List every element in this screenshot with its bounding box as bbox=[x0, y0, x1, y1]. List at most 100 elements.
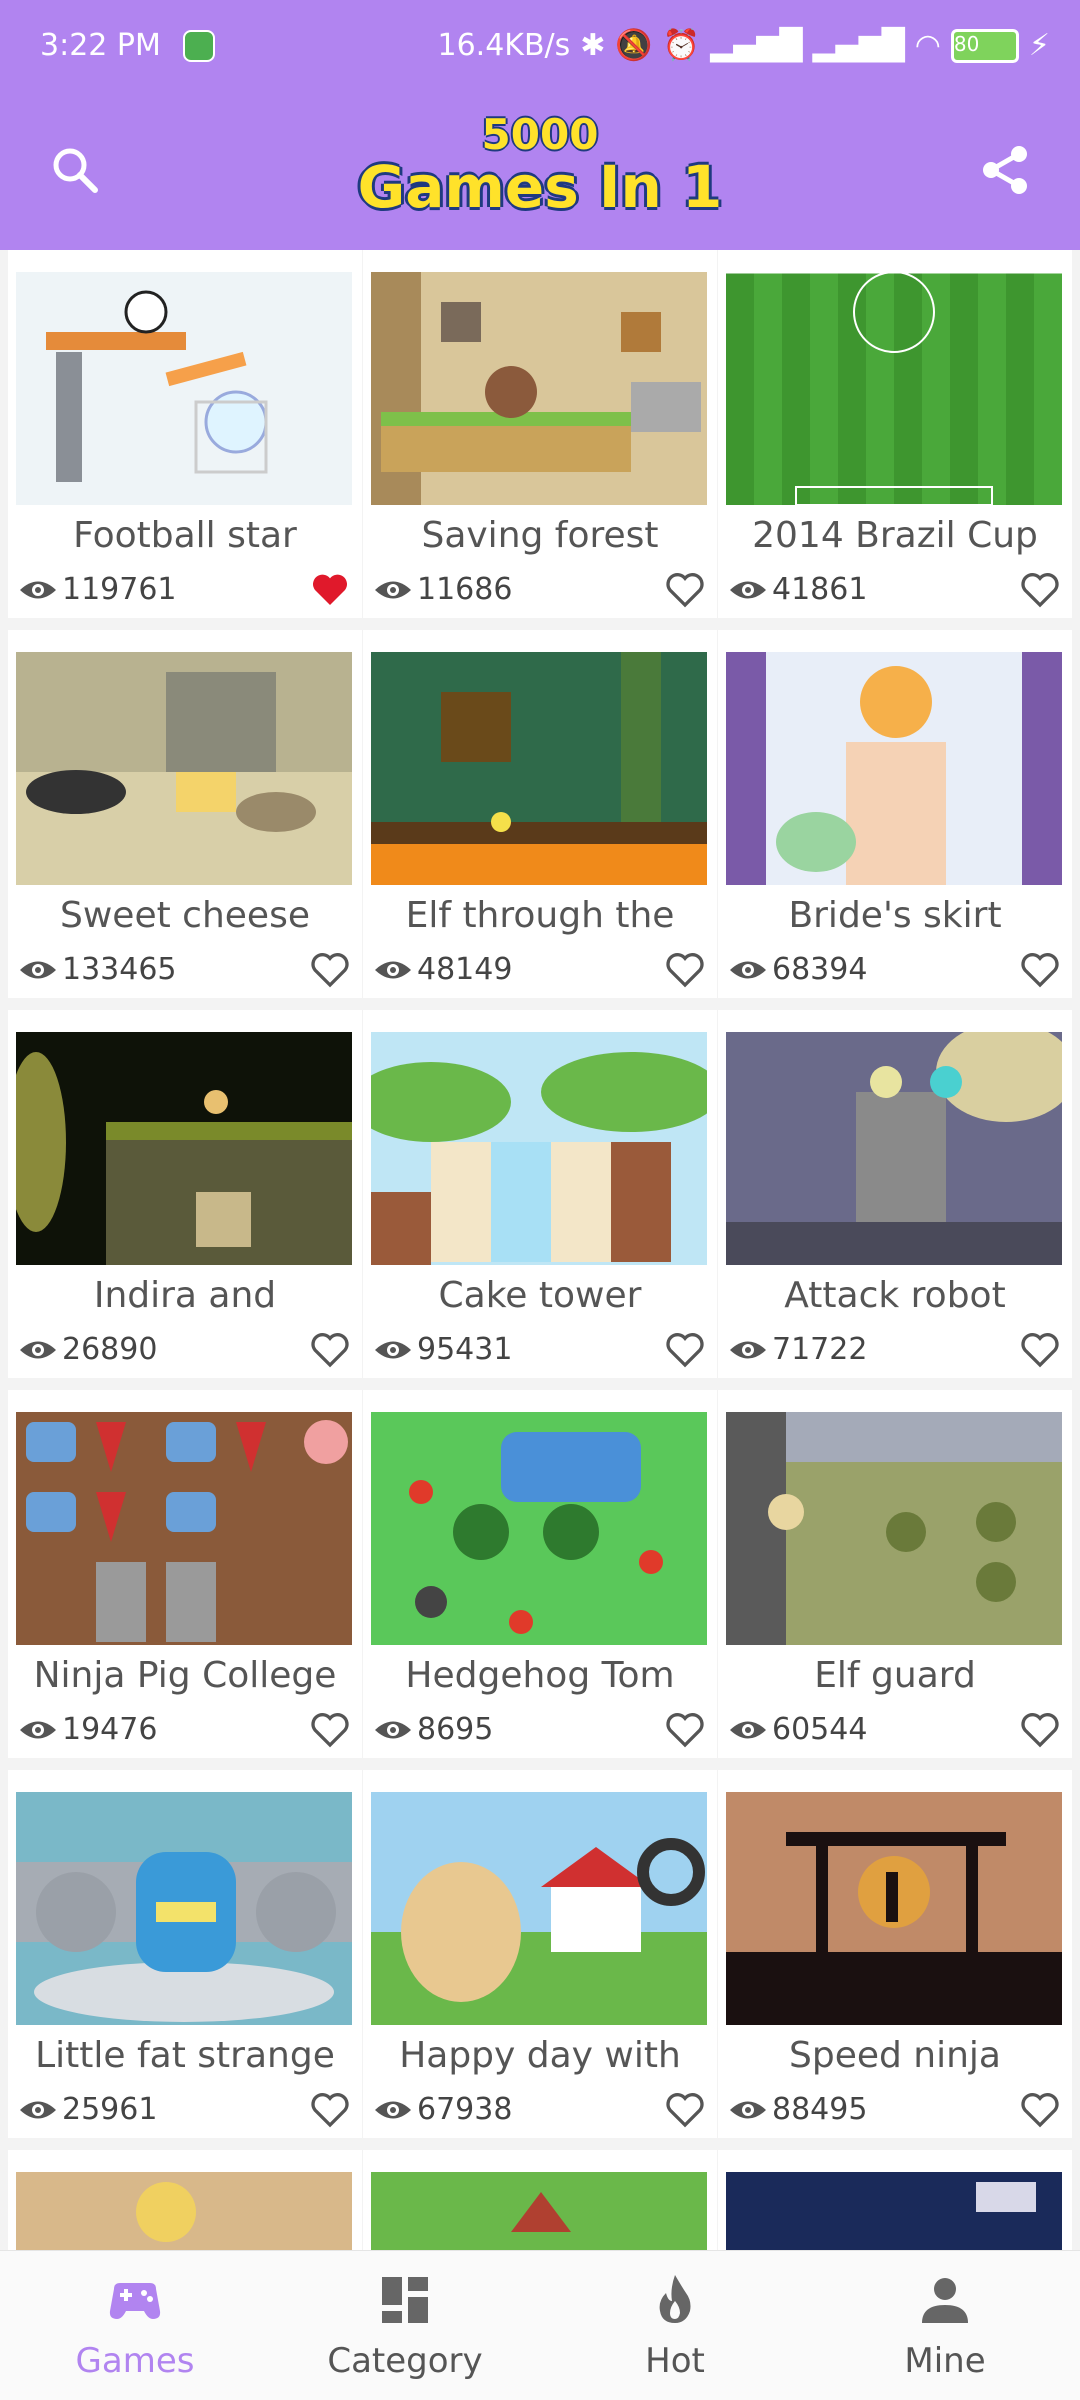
game-card[interactable]: Saving forest 11686 bbox=[363, 250, 717, 618]
game-card[interactable] bbox=[8, 2150, 362, 2250]
signal-icon-2: ▂▄▆█ bbox=[812, 28, 905, 63]
search-button[interactable] bbox=[40, 135, 110, 205]
game-card[interactable]: Little fat strange 25961 bbox=[8, 1770, 362, 2138]
nav-category[interactable]: Category bbox=[305, 2271, 505, 2391]
game-title: Football star bbox=[73, 515, 297, 556]
category-icon bbox=[382, 2277, 428, 2323]
eye-icon bbox=[375, 1341, 411, 1358]
favorite-heart-icon[interactable] bbox=[310, 2090, 350, 2130]
game-thumbnail[interactable] bbox=[726, 2172, 1062, 2250]
game-thumbnail[interactable] bbox=[16, 272, 352, 505]
game-thumbnail[interactable] bbox=[16, 2172, 352, 2250]
game-card[interactable]: Football star 119761 bbox=[8, 250, 362, 618]
game-thumbnail[interactable] bbox=[371, 272, 707, 505]
game-thumbnail[interactable] bbox=[726, 1032, 1062, 1265]
eye-icon bbox=[730, 2101, 766, 2118]
favorite-heart-icon[interactable] bbox=[1020, 1330, 1060, 1370]
eye-icon bbox=[730, 581, 766, 598]
view-count: 133465 bbox=[18, 952, 177, 987]
eye-icon bbox=[375, 961, 411, 978]
view-count: 19476 bbox=[18, 1712, 157, 1747]
game-thumbnail[interactable] bbox=[371, 1412, 707, 1645]
eye-icon bbox=[375, 2101, 411, 2118]
game-card[interactable]: 2014 Brazil Cup 41861 bbox=[718, 250, 1072, 618]
game-card[interactable]: Ninja Pig College 19476 bbox=[8, 1390, 362, 1758]
view-count-value: 88495 bbox=[772, 2092, 868, 2127]
game-thumbnail[interactable] bbox=[371, 1032, 707, 1265]
charging-icon: ⚡ bbox=[1028, 28, 1050, 63]
game-title: Hedgehog Tom bbox=[405, 1655, 675, 1696]
game-thumbnail[interactable] bbox=[16, 1792, 352, 2025]
view-count-value: 8695 bbox=[417, 1712, 494, 1747]
share-button[interactable] bbox=[970, 135, 1040, 205]
nav-mine-label: Mine bbox=[904, 2341, 986, 2381]
game-title: Attack robot bbox=[784, 1275, 1006, 1316]
favorite-heart-icon[interactable] bbox=[1020, 950, 1060, 990]
game-thumbnail[interactable] bbox=[726, 652, 1062, 885]
game-thumbnail[interactable] bbox=[726, 1412, 1062, 1645]
gamepad-icon bbox=[109, 2283, 161, 2319]
game-title: Speed ninja bbox=[789, 2035, 1001, 2076]
view-count-value: 11686 bbox=[417, 572, 513, 607]
nav-games-label: Games bbox=[75, 2341, 195, 2381]
games-grid[interactable]: Football star 119761 Saving forest 11686… bbox=[0, 250, 1080, 2250]
status-time: 3:22 PM bbox=[40, 28, 161, 63]
nav-mine[interactable]: Mine bbox=[845, 2271, 1045, 2391]
game-card[interactable]: Attack robot 71722 bbox=[718, 1010, 1072, 1378]
favorite-heart-icon[interactable] bbox=[310, 1330, 350, 1370]
view-count-value: 71722 bbox=[772, 1332, 868, 1367]
game-card[interactable]: Happy day with 67938 bbox=[363, 1770, 717, 2138]
game-thumbnail[interactable] bbox=[726, 1792, 1062, 2025]
game-thumbnail[interactable] bbox=[16, 1412, 352, 1645]
game-card[interactable]: Indira and 26890 bbox=[8, 1010, 362, 1378]
logo-number: 5000 bbox=[481, 110, 599, 159]
game-card[interactable]: Cake tower 95431 bbox=[363, 1010, 717, 1378]
nav-games[interactable]: Games bbox=[35, 2271, 235, 2391]
view-count: 41861 bbox=[728, 572, 867, 607]
view-count-value: 133465 bbox=[62, 952, 177, 987]
app-notification-icon bbox=[183, 30, 215, 62]
view-count: 26890 bbox=[18, 1332, 157, 1367]
status-bar: 3:22 PM 16.4KB/s ✱ 🔕 ⏰ ▂▄▆█ ▂▄▆█ ◠ 80 ⚡ bbox=[0, 0, 1080, 95]
game-thumbnail[interactable] bbox=[16, 652, 352, 885]
game-card[interactable] bbox=[718, 2150, 1072, 2250]
app-bar: 5000 Games In 1 bbox=[0, 95, 1080, 250]
bluetooth-icon: ✱ bbox=[580, 28, 606, 63]
game-thumbnail[interactable] bbox=[726, 272, 1062, 505]
game-card[interactable]: Speed ninja 88495 bbox=[718, 1770, 1072, 2138]
favorite-heart-icon[interactable] bbox=[310, 570, 350, 610]
flame-icon bbox=[659, 2275, 691, 2323]
favorite-heart-icon[interactable] bbox=[665, 570, 705, 610]
favorite-heart-icon[interactable] bbox=[665, 950, 705, 990]
wifi-icon: ◠ bbox=[914, 28, 941, 63]
eye-icon bbox=[20, 2101, 56, 2118]
game-thumbnail[interactable] bbox=[371, 652, 707, 885]
game-card[interactable]: Elf guard 60544 bbox=[718, 1390, 1072, 1758]
game-card[interactable]: Bride's skirt 68394 bbox=[718, 630, 1072, 998]
share-icon bbox=[983, 146, 1027, 194]
favorite-heart-icon[interactable] bbox=[1020, 2090, 1060, 2130]
favorite-heart-icon[interactable] bbox=[665, 2090, 705, 2130]
search-icon bbox=[53, 148, 98, 193]
favorite-heart-icon[interactable] bbox=[310, 950, 350, 990]
favorite-heart-icon[interactable] bbox=[665, 1710, 705, 1750]
game-thumbnail[interactable] bbox=[371, 2172, 707, 2250]
favorite-heart-icon[interactable] bbox=[1020, 570, 1060, 610]
view-count: 71722 bbox=[728, 1332, 867, 1367]
game-card[interactable]: Sweet cheese 133465 bbox=[8, 630, 362, 998]
game-card[interactable] bbox=[363, 2150, 717, 2250]
nav-hot[interactable]: Hot bbox=[575, 2271, 775, 2391]
favorite-heart-icon[interactable] bbox=[665, 1330, 705, 1370]
game-thumbnail[interactable] bbox=[16, 1032, 352, 1265]
signal-icon: ▂▄▆█ bbox=[710, 28, 803, 63]
person-icon bbox=[922, 2278, 968, 2323]
game-card[interactable]: Hedgehog Tom 8695 bbox=[363, 1390, 717, 1758]
favorite-heart-icon[interactable] bbox=[1020, 1710, 1060, 1750]
game-card[interactable]: Elf through the 48149 bbox=[363, 630, 717, 998]
game-title: Saving forest bbox=[421, 515, 659, 556]
game-thumbnail[interactable] bbox=[371, 1792, 707, 2025]
view-count: 95431 bbox=[373, 1332, 512, 1367]
view-count-value: 68394 bbox=[772, 952, 868, 987]
bottom-nav: Games Category Hot Mine bbox=[0, 2250, 1080, 2400]
favorite-heart-icon[interactable] bbox=[310, 1710, 350, 1750]
